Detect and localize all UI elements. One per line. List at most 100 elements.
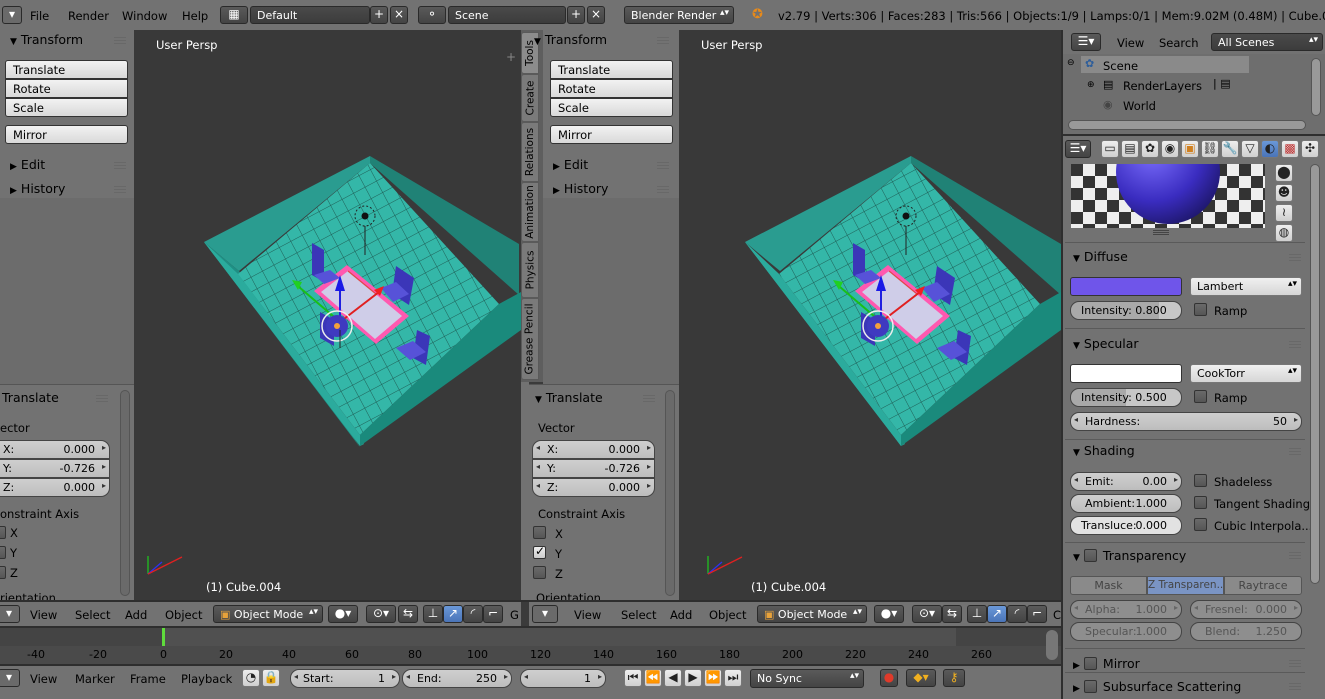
render-tab-icon[interactable]: ▭ [1101, 140, 1119, 158]
preview-range-icon[interactable]: ◔ [242, 669, 260, 687]
diffuse-shader-select[interactable]: Lambert ▴▾ [1190, 277, 1302, 296]
current-frame-marker[interactable] [162, 628, 165, 646]
hardness-field[interactable]: ◂ Hardness: 50 ▸ [1070, 412, 1302, 431]
z-field[interactable]: ◂ Z: 0.000 ▸ [532, 478, 655, 497]
y-checkbox[interactable] [533, 544, 546, 559]
scene-field[interactable]: Scene [448, 6, 566, 24]
start-frame-field[interactable]: ◂ Start: 1 ▸ [290, 669, 400, 688]
panel-grip[interactable] [114, 186, 126, 194]
tab-grease-pencil[interactable]: Grease Pencil [521, 298, 539, 380]
z-transparency-toggle[interactable]: Z Transparen... [1147, 576, 1224, 595]
play-reverse-icon[interactable]: ◀ [664, 669, 682, 687]
diffuse-intensity-field[interactable]: Intensity: 0.800 [1070, 301, 1182, 320]
menu-object[interactable]: Object [165, 608, 202, 622]
mirror-panel-title[interactable]: ▶ Mirror [1073, 655, 1140, 671]
transform-panel-title[interactable]: ▼ Transform [10, 32, 83, 47]
mirror-button[interactable]: Mirror [5, 125, 128, 144]
y-field[interactable]: Y: -0.726 ▸ [0, 459, 110, 478]
menu-view[interactable]: View [1117, 36, 1144, 50]
prev-keyframe-icon[interactable]: ⏪ [644, 669, 662, 687]
end-frame-field[interactable]: ◂ End: 250 ▸ [402, 669, 512, 688]
shading-panel-title[interactable]: ▼ Shading [1073, 443, 1135, 458]
layers-tab-icon[interactable]: ▤ [1121, 140, 1139, 158]
x-field[interactable]: ◂ X: 0.000 ▸ [532, 440, 655, 459]
render-engine-select[interactable]: Blender Render ▴▾ [624, 6, 734, 24]
editor-type-icon[interactable]: ☰▾ [1071, 33, 1101, 51]
z-checkbox[interactable] [533, 566, 546, 579]
specular-ramp-checkbox[interactable] [1194, 390, 1207, 403]
scrollbar[interactable] [665, 390, 675, 596]
rotate-button[interactable]: Rotate [550, 79, 673, 98]
operator-title[interactable]: ▼ Translate [535, 390, 603, 405]
rotate-manip-icon[interactable]: ◜ [1007, 605, 1027, 623]
shading-select[interactable]: ●▾ [874, 605, 904, 623]
menu-render[interactable]: Render [68, 9, 109, 23]
add-scene-icon[interactable]: + [567, 6, 585, 24]
manipulator-icon[interactable]: ⇆ [398, 605, 418, 623]
outliner-item-renderlayers[interactable]: RenderLayers [1123, 79, 1202, 93]
translate-manip-icon[interactable]: ⊥ [423, 605, 443, 623]
menu-window[interactable]: Window [122, 9, 167, 23]
modifiers-tab-icon[interactable]: 🔧 [1221, 140, 1239, 158]
edit-panel-title[interactable]: ▶ Edit [553, 157, 588, 172]
fresnel-field[interactable]: ◂ Fresnel: 0.000 ▸ [1190, 600, 1302, 619]
timeline[interactable]: -40 -20 0 20 40 60 80 100 120 140 160 18… [0, 628, 1061, 664]
editor-type-icon[interactable]: ▾ [0, 669, 20, 687]
transparency-panel-title[interactable]: ▼ Transparency [1073, 547, 1186, 563]
cubic-interp-checkbox[interactable] [1194, 518, 1207, 531]
menu-object[interactable]: Object [709, 608, 746, 622]
editor-type-icon[interactable]: ▾ [0, 605, 20, 623]
translate-manip-icon[interactable]: ⊥ [967, 605, 987, 623]
tangent-shading-checkbox[interactable] [1194, 496, 1207, 509]
rotate-button[interactable]: Rotate [5, 79, 128, 98]
scrollbar[interactable] [120, 390, 130, 596]
raytrace-toggle[interactable]: Raytrace [1224, 576, 1302, 595]
mode-select[interactable]: ▣ Object Mode ▴▾ [213, 605, 323, 623]
emit-field[interactable]: ◂ Emit: 0.00 ▸ [1070, 472, 1182, 491]
specular-intensity-field[interactable]: Intensity: 0.500 [1070, 388, 1182, 407]
texture-tab-icon[interactable]: ▩ [1281, 140, 1299, 158]
blend-field[interactable]: Blend: 1.250 [1190, 622, 1302, 641]
remove-scene-icon[interactable]: × [587, 6, 605, 24]
editor-type-icon[interactable]: ☰▾ [1065, 140, 1091, 158]
scale-manip-icon[interactable]: ⌐ [483, 605, 503, 623]
specular-color-swatch[interactable] [1070, 364, 1182, 383]
physics-tab-icon[interactable]: ✣ [1301, 140, 1319, 158]
menu-frame[interactable]: Frame [130, 672, 166, 686]
arrow-manip-icon[interactable]: ↗ [443, 605, 463, 623]
diffuse-color-swatch[interactable] [1070, 277, 1182, 296]
alpha-field[interactable]: ◂ Alpha: 1.000 ▸ [1070, 600, 1182, 619]
manipulator-icon[interactable]: ⇆ [942, 605, 962, 623]
x-checkbox[interactable] [533, 526, 546, 539]
remove-layout-icon[interactable]: × [390, 6, 408, 24]
menu-add[interactable]: Add [670, 608, 692, 622]
panel-grip[interactable] [114, 37, 126, 45]
tab-animation[interactable]: Animation [521, 182, 539, 242]
menu-search[interactable]: Search [1159, 36, 1199, 50]
menu-select[interactable]: Select [75, 608, 110, 622]
lock-icon[interactable]: 🔒 [262, 669, 280, 687]
tab-relations[interactable]: Relations [521, 122, 539, 182]
transform-panel-title[interactable]: ▼ Transform [534, 32, 607, 47]
record-icon[interactable]: ● [880, 669, 898, 687]
panel-grip[interactable] [114, 162, 126, 170]
diffuse-ramp-checkbox[interactable] [1194, 303, 1207, 316]
tab-physics[interactable]: Physics [521, 242, 539, 298]
transluce-field[interactable]: Transluce: 0.000 [1070, 516, 1182, 535]
diffuse-panel-title[interactable]: ▼ Diffuse [1073, 249, 1128, 264]
menu-view[interactable]: View [574, 608, 601, 622]
viewport-left[interactable]: User Persp + (1) Cube.004 [134, 30, 521, 600]
resize-grip[interactable] [1153, 230, 1169, 236]
preview-world-icon[interactable]: ◍ [1275, 224, 1293, 242]
collapse-icon[interactable]: ⊖ [1067, 58, 1075, 68]
sync-select[interactable]: No Sync ▴▾ [750, 669, 864, 688]
filter-select[interactable]: All Scenes ▴▾ [1211, 33, 1323, 51]
operator-title[interactable]: Translate [2, 390, 59, 405]
edit-panel-title[interactable]: ▶ Edit [10, 157, 45, 172]
h-scrollbar[interactable] [1068, 120, 1306, 130]
add-layout-icon[interactable]: + [370, 6, 388, 24]
ambient-field[interactable]: Ambient: 1.000 [1070, 494, 1182, 513]
translate-button[interactable]: Translate [5, 60, 128, 79]
scale-manip-icon[interactable]: ⌐ [1027, 605, 1047, 623]
pivot-select[interactable]: ⊙▾ [366, 605, 396, 623]
